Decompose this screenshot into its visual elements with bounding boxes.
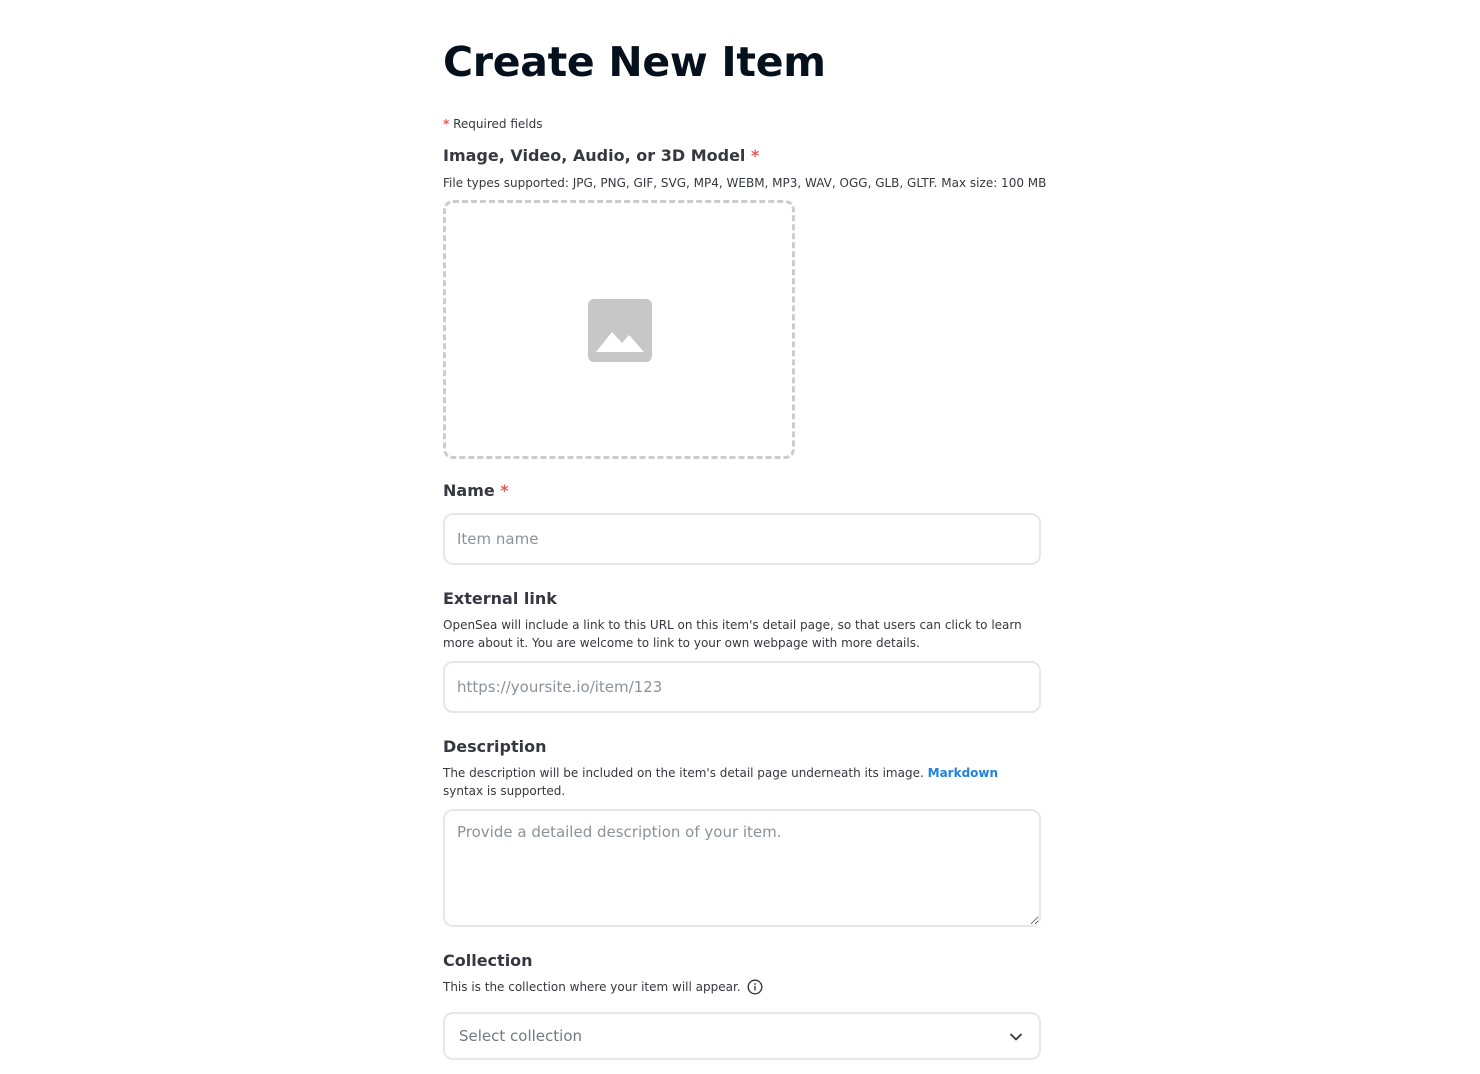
collection-help: This is the collection where your item w… (443, 978, 1041, 996)
collection-label: Collection (443, 951, 533, 970)
required-fields-text: Required fields (453, 117, 543, 131)
required-star: * (500, 481, 509, 500)
info-icon[interactable] (747, 979, 763, 995)
markdown-link[interactable]: Markdown (928, 766, 998, 780)
external-link-input[interactable] (443, 661, 1041, 713)
image-placeholder-icon (588, 299, 652, 362)
required-star: * (750, 146, 760, 165)
name-label-text: Name (443, 481, 495, 500)
description-label: Description (443, 737, 547, 756)
collection-select[interactable]: Select collection (443, 1012, 1041, 1060)
page-title: Create New Item (443, 38, 826, 86)
required-fields-note: * Required fields (443, 117, 542, 131)
media-label: Image, Video, Audio, or 3D Model * (443, 146, 759, 165)
required-star: * (443, 117, 450, 131)
external-link-label: External link (443, 589, 557, 608)
collection-help-text: This is the collection where your item w… (443, 980, 741, 994)
external-link-help: OpenSea will include a link to this URL … (443, 618, 1022, 650)
item-name-input[interactable] (443, 513, 1041, 565)
description-help-text: The description will be included on the … (443, 766, 924, 780)
media-help: File types supported: JPG, PNG, GIF, SVG… (443, 176, 1047, 190)
chevron-down-icon (1010, 1033, 1022, 1041)
name-label: Name * (443, 481, 509, 500)
media-label-text: Image, Video, Audio, or 3D Model (443, 146, 746, 165)
collection-select-value: Select collection (459, 1027, 583, 1045)
description-help-suffix: syntax is supported. (443, 784, 566, 798)
description-help: The description will be included on the … (443, 764, 1041, 800)
media-upload-dropzone[interactable] (443, 200, 795, 459)
description-textarea[interactable] (443, 809, 1041, 927)
